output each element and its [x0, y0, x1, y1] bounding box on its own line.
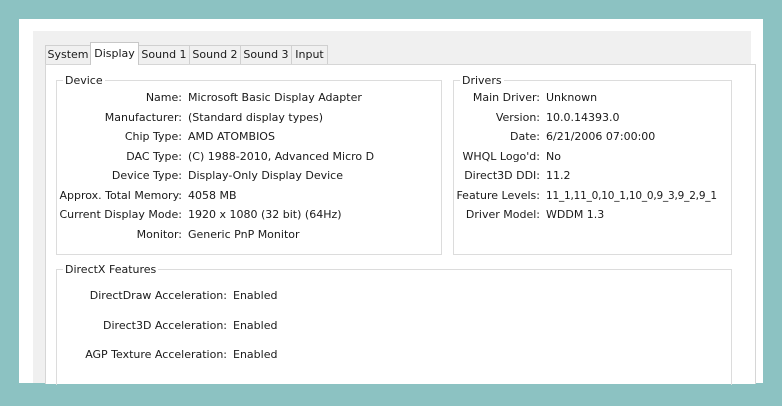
device-value: (C) 1988-2010, Advanced Micro D — [188, 150, 375, 163]
drivers-value: 11.2 — [546, 169, 571, 182]
device-label: DAC Type: — [126, 150, 182, 163]
drivers-label: WHQL Logo'd: — [462, 150, 540, 163]
tab-sound-2[interactable]: Sound 2 — [189, 45, 241, 64]
tab-sound-1[interactable]: Sound 1 — [138, 45, 190, 64]
drivers-label: Feature Levels: — [456, 189, 540, 202]
screenshot-frame: System Display Sound 1 Sound 2 Sound 3 I… — [19, 19, 763, 385]
device-value: (Standard display types) — [188, 111, 323, 124]
tab-sound-3[interactable]: Sound 3 — [240, 45, 292, 64]
directx-value: Enabled — [233, 348, 278, 361]
drivers-value: WDDM 1.3 — [546, 208, 605, 221]
device-value: 1920 x 1080 (32 bit) (64Hz) — [188, 208, 342, 221]
tab-input[interactable]: Input — [291, 45, 328, 64]
device-value: 4058 MB — [188, 189, 237, 202]
device-value: Microsoft Basic Display Adapter — [188, 91, 362, 104]
directx-label: Direct3D Acceleration: — [103, 319, 227, 332]
device-value: AMD ATOMBIOS — [188, 130, 275, 143]
device-label: Manufacturer: — [104, 111, 182, 124]
directx-features-title: DirectX Features — [63, 263, 159, 276]
device-group-title: Device — [63, 74, 105, 87]
drivers-label: Direct3D DDI: — [464, 169, 540, 182]
device-value: Generic PnP Monitor — [188, 228, 300, 241]
drivers-value: 6/21/2006 07:00:00 — [546, 130, 656, 143]
drivers-value: Unknown — [546, 91, 598, 104]
device-label: Monitor: — [136, 228, 182, 241]
directx-label: AGP Texture Acceleration: — [85, 348, 227, 361]
device-label: Device Type: — [111, 169, 182, 182]
drivers-label: Version: — [495, 111, 540, 124]
dxdiag-window: System Display Sound 1 Sound 2 Sound 3 I… — [33, 31, 756, 385]
drivers-label: Driver Model: — [465, 208, 540, 221]
tab-system[interactable]: System — [45, 45, 91, 64]
directx-label: DirectDraw Acceleration: — [89, 289, 227, 302]
device-label: Current Display Mode: — [59, 208, 182, 221]
drivers-group-title: Drivers — [460, 74, 504, 87]
device-group: Device Name: Microsoft Basic Display Ada… — [56, 74, 442, 255]
device-value: Display-Only Display Device — [188, 169, 343, 182]
directx-value: Enabled — [233, 319, 278, 332]
device-label: Approx. Total Memory: — [59, 189, 183, 202]
drivers-value: 10.0.14393.0 — [546, 111, 620, 124]
drivers-value: No — [546, 150, 561, 163]
tab-display[interactable]: Display — [90, 42, 139, 65]
display-tab-panel: Device Name: Microsoft Basic Display Ada… — [45, 64, 756, 385]
drivers-group: Drivers Main Driver: Unknown Version: 10… — [453, 74, 732, 255]
drivers-label: Main Driver: — [472, 91, 540, 104]
directx-value: Enabled — [233, 289, 278, 302]
device-label: Chip Type: — [124, 130, 182, 143]
directx-features-group: DirectX Features DirectDraw Acceleration… — [56, 263, 732, 385]
device-label: Name: — [145, 91, 182, 104]
drivers-value: 11_1,11_0,10_1,10_0,9_3,9_2,9_1 — [546, 190, 717, 202]
drivers-label: Date: — [510, 130, 540, 143]
